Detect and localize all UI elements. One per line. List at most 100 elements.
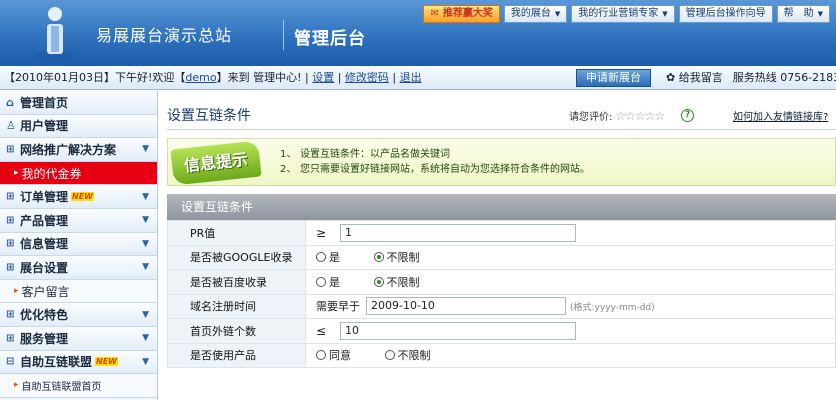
baidu-yes-radio[interactable]: 是 bbox=[316, 274, 340, 290]
logout-link[interactable]: 退出 bbox=[400, 71, 422, 84]
sidebar-item-label: 网络推广解决方案 bbox=[20, 142, 117, 157]
new-badge: NEW bbox=[71, 192, 94, 202]
help-button[interactable]: 帮 助 ▼ bbox=[776, 5, 830, 23]
field-row: ≤ 10 bbox=[316, 321, 835, 340]
info-line-text: 设置互链条件：以产品名做关键词 bbox=[300, 149, 450, 160]
separator: | bbox=[334, 71, 345, 84]
form-row-domain: 域名注册时间 需要早于 2009-10-10 (格式:yyyy-mm-dd) bbox=[167, 293, 836, 319]
field-row: ≥ 1 bbox=[316, 223, 835, 242]
sidebar-item-promotion[interactable]: ⊞ 网络推广解决方案 ▼ bbox=[0, 138, 157, 162]
field-value: 是 不限制 bbox=[305, 244, 836, 270]
gear-icon: ✿ bbox=[666, 71, 676, 84]
header-divider bbox=[283, 20, 284, 50]
recommend-prize-label: 推荐赢大奖 bbox=[442, 8, 493, 19]
help-icon[interactable]: ? bbox=[681, 109, 695, 122]
new-booth-button[interactable]: 申请新展台 bbox=[576, 69, 651, 87]
link-conditions-form: PR值 ≥ 1 是否被GOOGLE收录 是 不限制 是否被百度收录 是 不限制 bbox=[167, 220, 836, 368]
star-rating-icon[interactable]: ☆☆☆☆☆ bbox=[615, 109, 665, 123]
product-any-radio[interactable]: 不限制 bbox=[384, 347, 431, 363]
chevron-down-icon: ▼ bbox=[662, 10, 668, 18]
sidebar-item-services[interactable]: ⊞ 服务管理 ▼ bbox=[0, 326, 157, 351]
sidebar-item-label: 优化特色 bbox=[20, 308, 69, 323]
field-row: 需要早于 2009-10-10 (格式:yyyy-mm-dd) bbox=[316, 297, 835, 316]
pr-input[interactable]: 1 bbox=[340, 223, 576, 242]
sidebar-item-optimization[interactable]: ⊞ 优化特色 ▼ bbox=[0, 303, 157, 327]
home-icon: ⌂ bbox=[6, 95, 14, 109]
expand-icon: ⊞ bbox=[6, 191, 15, 203]
info-badge: 信息提示 bbox=[170, 140, 262, 186]
gte-symbol: ≥ bbox=[316, 225, 327, 240]
field-label: 首页外链个数 bbox=[167, 318, 306, 344]
expand-icon: ⊞ bbox=[6, 214, 15, 226]
chevron-down-icon: ▼ bbox=[142, 144, 149, 155]
settings-link[interactable]: 设置 bbox=[312, 71, 334, 84]
google-yes-radio[interactable]: 是 bbox=[316, 249, 340, 265]
sidebar-item-vouchers[interactable]: ▸ 我的代金券 bbox=[0, 161, 157, 186]
sidebar-item-booth-settings[interactable]: ⊞ 展台设置 ▼ bbox=[0, 256, 157, 280]
chevron-down-icon: ▼ bbox=[142, 309, 149, 320]
domain-date-input[interactable]: 2009-10-10 bbox=[366, 297, 566, 316]
bullet-icon: ▸ bbox=[14, 286, 19, 297]
baidu-any-radio[interactable]: 不限制 bbox=[373, 274, 420, 290]
feedback-link[interactable]: ✿ 给我留言 bbox=[666, 66, 723, 89]
field-label: 是否使用产品 bbox=[167, 342, 306, 368]
product-yes-radio[interactable]: 同意 bbox=[316, 347, 351, 363]
separator: | bbox=[388, 71, 400, 84]
field-label: 是否被GOOGLE收录 bbox=[167, 244, 306, 270]
sidebar-item-label: 自助互链联盟首页 bbox=[21, 381, 102, 393]
sidebar-item-link-alliance-home[interactable]: ▸ 自助互链联盟首页 bbox=[0, 374, 157, 398]
field-label: 域名注册时间 bbox=[167, 293, 306, 319]
info-line-number: 2、 bbox=[280, 164, 297, 175]
outlinks-input[interactable]: 10 bbox=[340, 321, 576, 340]
radio-label: 是 bbox=[329, 275, 340, 289]
admin-guide-label: 管理后台操作向导 bbox=[685, 8, 766, 19]
page-title: 设置互链条件 bbox=[167, 108, 251, 124]
sidebar-item-label: 信息管理 bbox=[20, 237, 69, 252]
sidebar-item-info[interactable]: ⊞ 信息管理 ▼ bbox=[0, 232, 157, 257]
sidebar-item-orders[interactable]: ⊞ 订单管理 NEW ▼ bbox=[0, 185, 157, 209]
chevron-down-icon: ▼ bbox=[142, 356, 149, 367]
friend-link-help[interactable]: 如何加入友情链接库? bbox=[733, 108, 828, 123]
main-content: 设置互链条件 请您评价: ☆☆☆☆☆ ? 如何加入友情链接库? 信息提示 1、设… bbox=[159, 91, 836, 400]
site-name: 易展展台演示总站 bbox=[96, 26, 233, 45]
recommend-prize-button[interactable]: ✉ 推荐赢大奖 bbox=[423, 5, 500, 23]
welcome-suffix: 】来到 管理中心! | bbox=[216, 71, 313, 84]
welcome-text: 【2010年01月03日】下午好!欢迎【demo】来到 管理中心! | 设置 |… bbox=[4, 66, 422, 89]
info-line-number: 1、 bbox=[280, 149, 297, 160]
sidebar-item-label: 订单管理 bbox=[20, 190, 69, 205]
bullet-icon: ▸ bbox=[14, 380, 19, 391]
radio-selected-icon bbox=[373, 252, 384, 263]
field-value: ≥ 1 bbox=[305, 220, 836, 246]
sidebar-item-home[interactable]: ⌂ 管理首页 bbox=[0, 91, 157, 115]
radio-selected-icon bbox=[373, 276, 384, 287]
sidebar-item-users[interactable]: ♙ 用户管理 bbox=[0, 114, 157, 139]
sidebar-item-messages[interactable]: ▸ 客户留言 bbox=[0, 279, 157, 304]
info-line-text: 您只需要设置好链接网站，系统将自动为您选择符合条件的网站。 bbox=[300, 164, 590, 175]
admin-guide-button[interactable]: 管理后台操作向导 bbox=[678, 5, 773, 23]
expand-icon: ⊞ bbox=[6, 238, 15, 250]
radio-label: 不限制 bbox=[386, 275, 420, 289]
rating-label: 请您评价: bbox=[569, 112, 613, 123]
sidebar-item-link-alliance[interactable]: ⊟ 自助互链联盟 NEW ▼ bbox=[0, 350, 157, 375]
form-row-pr: PR值 ≥ 1 bbox=[167, 220, 836, 246]
form-row-product: 是否使用产品 同意 不限制 bbox=[167, 342, 836, 368]
expand-icon: ⊞ bbox=[6, 261, 15, 273]
field-label: 是否被百度收录 bbox=[167, 269, 306, 295]
chevron-down-icon: ▼ bbox=[142, 191, 149, 202]
format-hint: (格式:yyyy-mm-dd) bbox=[570, 302, 655, 313]
my-booth-button[interactable]: 我的展台 ▼ bbox=[503, 5, 568, 23]
change-password-link[interactable]: 修改密码 bbox=[345, 71, 389, 84]
logo-icon bbox=[33, 7, 77, 61]
chevron-down-icon: ▼ bbox=[142, 262, 149, 273]
marketing-expert-button[interactable]: 我的行业营销专家 ▼ bbox=[571, 5, 675, 23]
field-value: 需要早于 2009-10-10 (格式:yyyy-mm-dd) bbox=[305, 293, 836, 319]
sidebar-item-products[interactable]: ⊞ 产品管理 ▼ bbox=[0, 208, 157, 233]
username-link[interactable]: demo bbox=[185, 71, 216, 84]
sidebar-item-label: 管理首页 bbox=[20, 95, 69, 110]
google-any-radio[interactable]: 不限制 bbox=[373, 249, 420, 265]
radio-label: 不限制 bbox=[397, 349, 431, 363]
sidebar-item-label: 产品管理 bbox=[20, 213, 69, 228]
top-button-group: ✉ 推荐赢大奖 我的展台 ▼ 我的行业营销专家 ▼ 管理后台操作向导 帮 助 ▼ bbox=[423, 5, 830, 23]
field-label: PR值 bbox=[167, 220, 306, 246]
new-badge: NEW bbox=[95, 357, 118, 367]
